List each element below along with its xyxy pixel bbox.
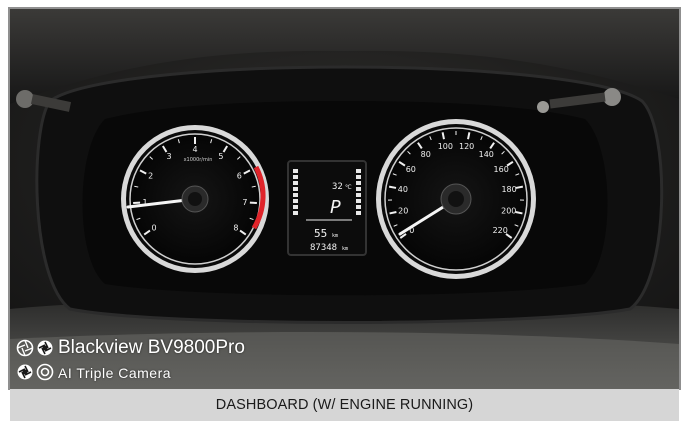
speedometer-scale-label: 220 <box>493 226 508 235</box>
tachometer-scale-label: 6 <box>237 172 242 181</box>
speedometer: 020406080100 120140160180200220 <box>376 119 536 279</box>
speedometer-scale-label: 200 <box>501 206 516 215</box>
tachometer-scale-label: 5 <box>218 152 223 161</box>
speedometer-scale-label: 40 <box>398 185 408 194</box>
speedometer-tick <box>467 132 471 140</box>
speedometer-scale-label: 120 <box>459 142 474 151</box>
speedometer-scale-label: 160 <box>494 165 509 174</box>
watermark-aperture-icon-2 <box>37 340 53 356</box>
speedometer-scale-label: 100 <box>438 142 453 151</box>
lcd-odometer-value: 87348 <box>310 243 337 253</box>
tachometer-scale-label: 3 <box>167 152 172 161</box>
lcd-odometer-unit: km <box>342 246 348 252</box>
speedometer-scale-label: 180 <box>501 185 516 194</box>
tachometer-scale-label: 7 <box>242 198 247 207</box>
lcd-range-value: 55 <box>314 227 327 240</box>
lcd-range-unit: km <box>332 233 338 239</box>
watermark-aperture-icon-3 <box>17 364 33 380</box>
speedometer-scale-label: 140 <box>479 150 494 159</box>
tachometer-scale-label: 2 <box>148 172 153 181</box>
lcd-temperature-unit: ℃ <box>345 184 352 191</box>
center-lcd-display: 32 ℃ P 55 km 87348 km <box>287 160 367 256</box>
lcd-temperature-value: 32 <box>332 182 343 192</box>
speedometer-tick <box>441 132 445 140</box>
watermark-subtitle: AI Triple Camera <box>58 365 172 381</box>
speedometer-tick <box>388 185 397 189</box>
speedometer-scale-label: 20 <box>398 206 408 215</box>
photo-caption: DASHBOARD (W/ ENGINE RUNNING) <box>10 389 679 421</box>
tachometer-unit: x1000r/min <box>184 157 213 163</box>
tachometer-scale-label: 4 <box>192 145 197 154</box>
speedometer-scale-label: 80 <box>421 150 431 159</box>
dashboard-illustration: 012345678 x1000r/min 020406080100 1201401… <box>10 9 679 389</box>
lcd-gear-indicator: P <box>330 197 341 218</box>
watermark-brand: Blackview BV9800Pro <box>58 337 245 358</box>
dashboard-photo: 012345678 x1000r/min 0 20 40 60 80 100 120 140 1… <box>10 9 679 389</box>
tachometer: 012345678 x1000r/min <box>121 125 269 273</box>
watermark-subtitle-line: AI Triple Camera <box>58 365 171 381</box>
tachometer-scale-label: 8 <box>233 223 238 232</box>
speedometer-tick <box>515 185 524 189</box>
watermark-brand-line: Blackview BV9800Pro <box>58 337 245 359</box>
speedometer-scale-label: 60 <box>406 165 416 174</box>
tachometer-scale-label: 0 <box>151 223 156 232</box>
